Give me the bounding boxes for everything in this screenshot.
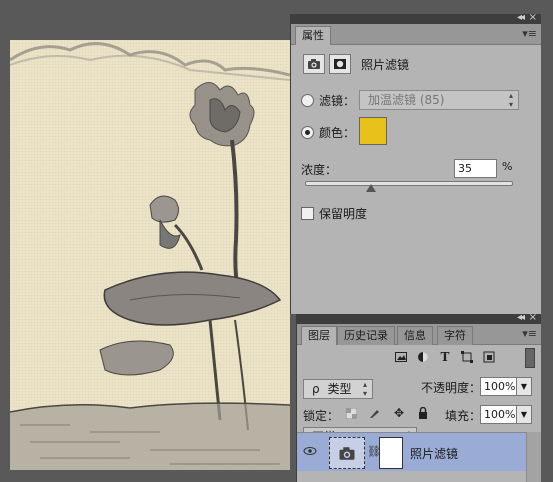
search-icon: ρ (312, 382, 320, 396)
layer-filter-toolbar: T (393, 349, 497, 365)
layers-tab-bar: 图层 历史记录 信息 字符 ▾≡ (297, 324, 541, 345)
layer-name: 照片滤镜 (410, 447, 459, 461)
tab-history[interactable]: 历史记录 (337, 326, 395, 345)
filter-value: 加温滤镜 (85) (368, 93, 445, 107)
panel-top-strip: ◂◂ × (291, 12, 541, 24)
properties-panel: ◂◂ × 属性 ▾≡ 照片滤镜 滤镜： 加温滤镜 (85) ▴ ▾ 颜色： 浓度：… (290, 12, 541, 314)
filter-kind-select[interactable]: ρ 类型 ▴ ▾ (303, 379, 373, 399)
lock-all-icon[interactable] (415, 405, 431, 421)
camera-icon[interactable] (303, 54, 325, 74)
layer-mask-icon[interactable] (329, 54, 351, 74)
fill-input[interactable]: 100% (480, 405, 517, 424)
fill-label: 填充： (445, 409, 482, 423)
density-slider-thumb[interactable] (366, 184, 377, 192)
adjustment-title: 照片滤镜 (361, 57, 410, 72)
adjustment-header: 照片滤镜 (303, 54, 409, 74)
layer-mask-thumbnail[interactable] (379, 437, 403, 469)
updown-arrow-icon: ▴▾ (362, 380, 367, 398)
opacity-input[interactable]: 100% (480, 377, 517, 396)
camera-icon (339, 446, 355, 460)
close-icon[interactable]: × (529, 312, 537, 323)
color-label: 颜色： (319, 126, 356, 140)
lock-image-pixels-icon[interactable] (367, 405, 383, 421)
tab-character[interactable]: 字符 (437, 326, 473, 345)
tab-properties[interactable]: 属性 (295, 26, 331, 45)
lock-position-icon[interactable]: ✥ (391, 405, 407, 421)
adjustment-thumbnail[interactable] (329, 437, 365, 469)
lock-transparent-pixels-icon[interactable] (343, 405, 359, 421)
collapse-icon[interactable]: ◂◂ (517, 312, 525, 323)
density-unit: % (502, 160, 513, 173)
tab-layers[interactable]: 图层 (301, 326, 337, 345)
lotus-artwork (10, 42, 290, 470)
layers-panel: ◂◂ × 图层 历史记录 信息 字符 ▾≡ ρ 类型 ▴▾ T 正常 ▴▾ 不透… (296, 312, 541, 482)
image-filter-icon[interactable] (393, 349, 409, 365)
lock-toolbar: ✥ (343, 405, 431, 421)
collapse-icon[interactable]: ◂◂ (517, 12, 525, 23)
adjustment-filter-icon[interactable] (415, 349, 431, 365)
preserve-luminosity-label: 保留明度 (319, 207, 368, 221)
filter-kind-value: 类型 (327, 382, 352, 396)
density-label: 浓度： (301, 163, 338, 177)
panel-menu-icon[interactable]: ▾≡ (522, 27, 537, 40)
density-slider-track[interactable] (305, 181, 513, 186)
opacity-dropdown-arrow[interactable]: ▼ (516, 377, 532, 396)
preserve-luminosity-checkbox[interactable] (301, 207, 314, 220)
document-canvas[interactable] (10, 40, 290, 470)
filter-label: 滤镜： (319, 94, 356, 108)
opacity-label: 不透明度： (421, 381, 482, 395)
filter-toggle[interactable] (525, 348, 535, 368)
filter-radio[interactable] (301, 94, 314, 107)
close-icon[interactable]: × (529, 12, 537, 23)
layer-row-photo-filter[interactable]: ⛓ 照片滤镜 (297, 432, 527, 471)
fill-dropdown-arrow[interactable]: ▼ (516, 405, 532, 424)
layers-top-strip: ◂◂ × (297, 312, 541, 324)
color-swatch[interactable] (359, 117, 387, 145)
properties-tab-bar: 属性 ▾≡ (291, 24, 541, 45)
text-filter-icon[interactable]: T (437, 349, 453, 365)
panel-menu-icon[interactable]: ▾≡ (522, 327, 537, 340)
eye-icon[interactable] (303, 445, 317, 459)
smart-object-filter-icon[interactable] (481, 349, 497, 365)
lock-label: 锁定： (303, 409, 340, 423)
layers-scrollbar[interactable] (526, 432, 541, 482)
density-input[interactable]: 35 (454, 159, 497, 178)
shape-filter-icon[interactable] (459, 349, 475, 365)
tab-info[interactable]: 信息 (397, 326, 433, 345)
color-radio[interactable] (301, 126, 314, 139)
updown-arrow-icon: ▴▾ (508, 91, 513, 109)
filter-select[interactable]: 加温滤镜 (85) ▴ ▾ (359, 90, 519, 110)
